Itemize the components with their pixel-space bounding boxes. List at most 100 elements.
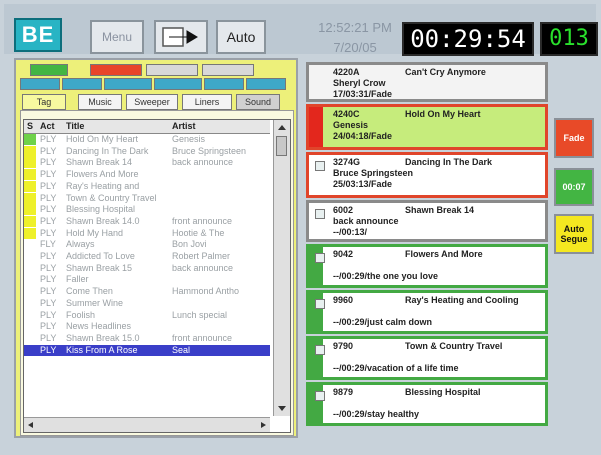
item-title: Dancing In The Dark — [405, 157, 493, 167]
scroll-up-icon[interactable] — [275, 121, 289, 133]
status-mark — [24, 310, 36, 321]
playlist-item[interactable]: 9790 Town & Country Travel --/00:29/vacati… — [306, 336, 548, 380]
library-row[interactable]: PLY Kiss From A Rose Seal — [24, 344, 270, 356]
auto-segue-button[interactable]: Auto Segue — [554, 214, 594, 254]
library-row-act: PLY — [40, 332, 57, 343]
playlist-item[interactable]: 9960 Ray's Heating and Cooling --/00:29/ju… — [306, 290, 548, 334]
library-row-title: Shawn Break 15.0 — [66, 332, 140, 343]
top-tab-row — [20, 64, 280, 76]
library-row-artist: Hammond Antho — [172, 286, 240, 297]
category-tab[interactable] — [154, 78, 202, 90]
library-row-title: Faller — [66, 274, 89, 285]
col-artist: Artist — [172, 121, 196, 131]
scroll-down-icon[interactable] — [275, 403, 289, 415]
tab-sound[interactable]: Sound — [236, 94, 280, 110]
library-row[interactable]: PLY Shawn Break 15.0 front announce — [24, 333, 270, 344]
tab-liners[interactable]: Liners — [182, 94, 232, 110]
library-row-title: Hold On My Heart — [66, 134, 139, 144]
item-timing: --/00:29/vacation of a life time — [333, 363, 459, 373]
library-row[interactable]: PLY Summer Wine — [24, 298, 270, 309]
item-artist: Sheryl Crow — [333, 78, 386, 88]
library-row[interactable]: PLY Shawn Break 15 back announce — [24, 263, 270, 274]
status-mark — [24, 321, 36, 332]
library-row[interactable]: PLY Shawn Break 14.0 front announce — [24, 215, 270, 227]
tab-sweeper[interactable]: Sweeper — [126, 94, 178, 110]
category-tab[interactable] — [246, 78, 286, 90]
app-logo: BE — [14, 18, 62, 52]
item-cart-number: 4240C — [333, 109, 360, 119]
fade-button[interactable]: Fade — [554, 118, 594, 158]
category-tab[interactable] — [204, 78, 244, 90]
item-cart-number: 9790 — [333, 341, 354, 351]
library-row[interactable]: PLY Town & Country Travel — [24, 192, 270, 204]
menu-button[interactable]: Menu — [90, 20, 144, 54]
item-artist: back announce — [333, 216, 399, 226]
playlist-item[interactable]: 6002 Shawn Break 14 back announce --/00:13/ — [306, 200, 548, 242]
tab-music[interactable]: Music — [78, 94, 122, 110]
playlist-item[interactable]: 4220A Can't Cry Anymore Sheryl Crow 17/03:3… — [306, 62, 548, 102]
library-row[interactable]: PLY Flowers And More — [24, 169, 270, 181]
load-next-button[interactable] — [154, 20, 208, 54]
library-row-act: PLY — [40, 227, 57, 238]
item-cart-number: 3274G — [333, 157, 361, 167]
item-timing: 25/03:13/Fade — [333, 179, 393, 189]
library-row[interactable]: PLY Hold My Hand Hootie & The — [24, 227, 270, 239]
category-tab[interactable] — [202, 64, 254, 76]
category-tab[interactable] — [104, 78, 152, 90]
item-timing: --/00:13/ — [333, 227, 368, 237]
item-artist: Genesis — [333, 120, 369, 130]
status-mark — [24, 192, 36, 204]
segue-time-button[interactable]: 00:07 — [554, 168, 594, 206]
library-row[interactable]: PLY Faller — [24, 274, 270, 285]
auto-button[interactable]: Auto — [216, 20, 266, 54]
playlist-item[interactable]: 3274G Dancing In The Dark Bruce Springstee… — [306, 152, 548, 198]
status-mark — [24, 286, 36, 297]
category-tab[interactable] — [62, 78, 102, 90]
item-cart-number: 6002 — [333, 205, 354, 215]
automation-screen: BE Menu Auto 12:52:21 PM 7/20/05 00:29:5… — [0, 0, 601, 455]
library-row[interactable]: PLY Hold On My Heart Genesis — [24, 134, 270, 145]
category-tab[interactable] — [90, 64, 142, 76]
library-row[interactable]: PLY Blessing Hospital — [24, 204, 270, 216]
vertical-scrollbar[interactable] — [273, 120, 290, 416]
library-row-act: PLY — [40, 297, 57, 308]
library-row[interactable]: PLY Addicted To Love Robert Palmer — [24, 251, 270, 262]
scroll-right-icon[interactable] — [257, 419, 269, 431]
cart-type-icon — [315, 391, 325, 401]
scroll-left-icon[interactable] — [25, 419, 37, 431]
library-panel: Tag Music Sweeper Liners Sound S Act Tit… — [14, 58, 298, 438]
item-title: Flowers And More — [405, 249, 483, 259]
mid-tab-row — [20, 78, 290, 90]
playlist-item[interactable]: 9042 Flowers And More --/00:29/the one you… — [306, 244, 548, 288]
library-row-act: PLY — [40, 286, 57, 297]
library-row-act: PLY — [40, 145, 57, 156]
status-mark — [24, 251, 36, 262]
library-row[interactable]: PLY Foolish Lunch special — [24, 310, 270, 321]
category-tab[interactable] — [20, 78, 60, 90]
library-row-artist: Hootie & The — [172, 227, 225, 238]
item-cart-number: 9042 — [333, 249, 354, 259]
scroll-thumb[interactable] — [276, 136, 287, 156]
library-row-act: PLY — [40, 321, 57, 332]
library-row-title: Always — [66, 239, 95, 250]
library-row[interactable]: PLY Dancing In The Dark Bruce Springsteen — [24, 145, 270, 157]
library-row[interactable]: FLY Always Bon Jovi — [24, 239, 270, 250]
item-cart-number: 4220A — [333, 67, 360, 77]
toolbar: BE Menu Auto 12:52:21 PM 7/20/05 00:29:5… — [4, 4, 598, 56]
playlist-item[interactable]: 4240C Hold On My Heart Genesis 24/04:18/Fad… — [306, 104, 548, 150]
horizontal-scrollbar[interactable] — [24, 417, 270, 432]
status-mark — [24, 157, 36, 169]
playlist-item[interactable]: 9879 Blessing Hospital --/00:29/stay healt… — [306, 382, 548, 426]
playlist-log: 4220A Can't Cry Anymore Sheryl Crow 17/03:3… — [306, 58, 548, 438]
library-row[interactable]: PLY Come Then Hammond Antho — [24, 286, 270, 297]
library-row[interactable]: PLY Shawn Break 14 back announce — [24, 157, 270, 169]
tab-tag[interactable]: Tag — [22, 94, 66, 110]
library-row-title: Foolish — [66, 309, 96, 320]
category-tab[interactable] — [146, 64, 198, 76]
category-tab[interactable] — [30, 64, 68, 76]
library-row-artist: Seal — [172, 344, 191, 355]
item-cart-number: 9960 — [333, 295, 354, 305]
list-header: S Act Title Artist — [24, 120, 270, 134]
library-row[interactable]: PLY News Headlines — [24, 321, 270, 332]
library-row[interactable]: PLY Ray's Heating and — [24, 180, 270, 192]
